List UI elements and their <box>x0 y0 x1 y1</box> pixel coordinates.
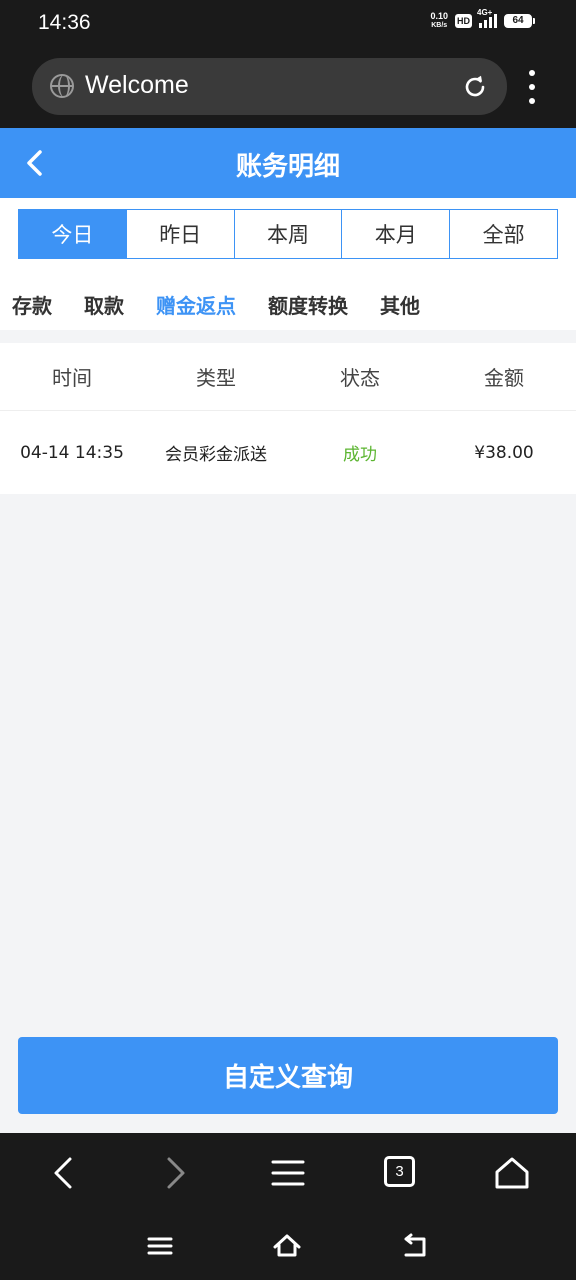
more-vertical-icon[interactable] <box>528 70 536 104</box>
status-icons: 0.10 KB/s HD 4G+ 64 <box>430 8 535 30</box>
forward-arrow-icon[interactable] <box>157 1155 193 1191</box>
network-type-label: 4G+ <box>477 8 493 17</box>
signal-icon: 4G+ <box>477 8 497 28</box>
category-tabs: 存款 取款 赠金返点 额度转换 其他 <box>12 290 452 319</box>
column-header-status: 状态 <box>340 366 380 390</box>
back-arrow-icon[interactable] <box>46 1155 82 1191</box>
network-speed-value: 0.10 <box>430 11 448 21</box>
home-icon[interactable] <box>494 1155 530 1191</box>
hd-badge: HD <box>455 14 472 28</box>
tab-yesterday[interactable]: 昨日 <box>125 210 234 258</box>
tab-this-month[interactable]: 本月 <box>341 210 450 258</box>
network-speed: 0.10 KB/s <box>430 12 448 30</box>
cell-amount: ¥38.00 <box>474 442 534 463</box>
filter-section: 今日 昨日 本周 本月 全部 存款 取款 赠金返点 额度转换 其他 <box>0 198 576 330</box>
recents-icon[interactable] <box>145 1231 175 1261</box>
network-speed-unit: KB/s <box>431 22 448 29</box>
tab-withdraw[interactable]: 取款 <box>84 290 124 319</box>
tab-bonus-rebate[interactable]: 赠金返点 <box>156 290 236 319</box>
back-icon[interactable] <box>400 1231 430 1261</box>
app-header: 账务明细 <box>0 128 576 198</box>
tab-all[interactable]: 全部 <box>449 210 557 258</box>
menu-icon[interactable] <box>270 1155 306 1191</box>
tab-deposit[interactable]: 存款 <box>12 290 52 319</box>
status-time: 14:36 <box>38 11 91 34</box>
tab-other[interactable]: 其他 <box>380 290 420 319</box>
home-icon[interactable] <box>272 1231 302 1261</box>
custom-query-button[interactable]: 自定义查询 <box>18 1037 558 1114</box>
battery-icon: 64 <box>504 14 535 28</box>
tab-credit-transfer[interactable]: 额度转换 <box>268 290 348 319</box>
tabs-icon[interactable]: 3 <box>384 1156 415 1187</box>
url-title: Welcome <box>85 71 189 99</box>
cell-status: 成功 <box>343 445 377 465</box>
period-tabs: 今日 昨日 本周 本月 全部 <box>18 209 558 259</box>
browser-toolbar: Welcome <box>0 46 576 128</box>
transactions-table: 时间 类型 状态 金额 04-14 14:35 会员彩金派送 成功 ¥38.00 <box>0 343 576 494</box>
browser-bottom-nav: 3 <box>0 1133 576 1213</box>
cell-type: 会员彩金派送 <box>165 445 267 465</box>
table-row[interactable]: 04-14 14:35 会员彩金派送 成功 ¥38.00 <box>0 411 576 494</box>
column-header-time: 时间 <box>52 366 92 390</box>
page-title: 账务明细 <box>235 152 340 182</box>
column-header-amount: 金额 <box>484 366 524 390</box>
tab-today[interactable]: 今日 <box>19 210 126 258</box>
system-nav-bar <box>0 1213 576 1280</box>
tab-this-week[interactable]: 本周 <box>233 210 342 258</box>
url-bar[interactable]: Welcome <box>32 58 507 115</box>
column-header-type: 类型 <box>196 366 236 390</box>
cell-time: 04-14 14:35 <box>20 442 124 463</box>
reload-icon[interactable] <box>462 74 488 100</box>
table-header-row: 时间 类型 状态 金额 <box>0 343 576 411</box>
status-bar: 14:36 0.10 KB/s HD 4G+ 64 <box>0 0 576 46</box>
globe-icon <box>50 74 74 98</box>
